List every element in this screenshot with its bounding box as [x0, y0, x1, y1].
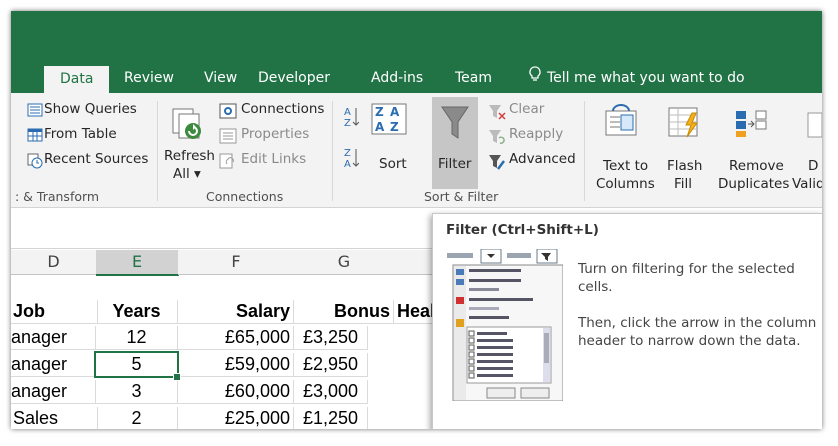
remove-duplicates-icon — [735, 107, 769, 144]
text-to-columns-label-1[interactable]: Text to — [603, 158, 648, 174]
sort-dialog-icon: ZAAZ — [371, 103, 407, 140]
ribbon-panel: Show Queries From Table Recent Sources :… — [11, 93, 822, 208]
svg-text:Z: Z — [375, 105, 384, 119]
table-cell-years[interactable]: 3 — [96, 380, 178, 404]
table-icon — [27, 128, 43, 147]
table-cell-years[interactable]: 2 — [96, 407, 178, 429]
header-cell-bonus[interactable]: Bonus — [294, 300, 394, 324]
svg-text:Z: Z — [390, 120, 399, 134]
refresh-all-label[interactable]: Refresh — [164, 148, 215, 164]
ribbon-tab-bar: Data Review View Developer Add-ins Team … — [11, 63, 822, 93]
table-cell-salary[interactable]: £59,000 — [178, 353, 294, 377]
tooltip-description-2: Then, click the arrow in the column head… — [578, 315, 817, 349]
tab-view[interactable]: View — [200, 63, 241, 93]
tab-developer[interactable]: Developer — [254, 63, 334, 93]
table-cell-job[interactable]: anager — [11, 353, 96, 377]
svg-text:A: A — [375, 120, 385, 134]
tooltip-description-1: Turn on filtering for the selected cells… — [578, 261, 795, 295]
flash-fill-label-2[interactable]: Fill — [674, 176, 692, 192]
refresh-all-dropdown[interactable]: All ▾ — [173, 166, 201, 182]
header-cell-years[interactable]: Years — [96, 300, 178, 324]
filter-button[interactable]: Filter — [432, 97, 478, 189]
lightbulb-icon — [529, 63, 541, 93]
excel-window: Data Review View Developer Add-ins Team … — [11, 11, 822, 429]
svg-text:Z: Z — [344, 148, 351, 159]
connections-group-label: Connections — [206, 189, 284, 204]
tab-data[interactable]: Data — [44, 66, 110, 93]
show-queries-icon — [27, 103, 43, 122]
text-to-columns-label-2[interactable]: Columns — [596, 176, 655, 192]
filter-tooltip: Filter (Ctrl+Shift+L) Turn on filtering … — [432, 213, 822, 429]
show-queries-button[interactable]: Show Queries — [44, 101, 137, 117]
data-validation-label-1[interactable]: D — [808, 158, 818, 174]
tell-me-search[interactable]: Tell me what you want to do — [525, 63, 749, 93]
svg-text:A: A — [390, 105, 400, 119]
get-transform-group-label: : & Transform — [15, 189, 100, 204]
remove-duplicates-label-1[interactable]: Remove — [729, 158, 784, 174]
tab-add-ins[interactable]: Add-ins — [367, 63, 427, 93]
table-cell-salary[interactable]: £60,000 — [178, 380, 294, 404]
table-cell-bonus[interactable]: £1,250 — [294, 407, 368, 429]
remove-duplicates-label-2[interactable]: Duplicates — [718, 176, 789, 192]
table-cell-bonus[interactable]: £2,950 — [294, 353, 368, 377]
table-cell-job[interactable]: Sales — [11, 407, 98, 429]
sort-z-to-a-icon[interactable]: ZA — [343, 146, 360, 175]
tab-review[interactable]: Review — [120, 63, 178, 93]
group-separator — [332, 101, 333, 201]
data-validation-icon — [806, 111, 822, 144]
reapply-icon — [488, 128, 506, 151]
sort-a-to-z-icon[interactable]: AZ — [343, 105, 360, 134]
svg-text:A: A — [344, 107, 351, 118]
recent-sources-button[interactable]: Recent Sources — [44, 151, 148, 167]
table-cell-bonus[interactable]: £3,250 — [294, 326, 368, 350]
clock-icon — [27, 153, 43, 174]
advanced-button[interactable]: Advanced — [509, 151, 576, 167]
refresh-all-icon — [171, 107, 205, 146]
table-cell-bonus[interactable]: £3,000 — [294, 380, 368, 404]
text-to-columns-icon — [605, 103, 637, 144]
header-cell-job[interactable]: Job — [11, 300, 98, 324]
from-table-button[interactable]: From Table — [44, 126, 117, 142]
column-header-f[interactable]: F — [178, 250, 295, 275]
reapply-button[interactable]: Reapply — [509, 126, 563, 142]
sort-filter-group-label: Sort & Filter — [424, 189, 499, 204]
clear-filter-icon — [488, 103, 506, 126]
filter-label: Filter — [438, 156, 472, 172]
title-bar — [11, 11, 822, 63]
funnel-icon — [440, 103, 470, 148]
properties-button[interactable]: Properties — [241, 126, 309, 142]
group-separator — [584, 101, 585, 201]
column-header-d[interactable]: D — [11, 250, 97, 275]
table-cell-years[interactable]: 12 — [96, 326, 178, 350]
table-cell-job[interactable]: anager — [11, 380, 96, 404]
flash-fill-icon — [668, 107, 702, 144]
svg-text:Z: Z — [344, 118, 351, 129]
data-validation-label-2[interactable]: Valid — [792, 176, 822, 192]
active-cell-outline — [94, 351, 179, 378]
table-cell-salary[interactable]: £25,000 — [178, 407, 294, 429]
group-separator — [157, 101, 158, 201]
properties-icon — [219, 128, 237, 149]
flash-fill-label-1[interactable]: Flash — [667, 158, 702, 174]
tell-me-text: Tell me what you want to do — [547, 70, 745, 86]
header-cell-salary[interactable]: Salary — [178, 300, 294, 324]
edit-links-icon — [219, 153, 237, 174]
tooltip-title: Filter (Ctrl+Shift+L) — [446, 222, 599, 238]
edit-links-button[interactable]: Edit Links — [241, 151, 306, 167]
column-header-e[interactable]: E — [96, 250, 179, 276]
advanced-filter-icon — [488, 153, 506, 176]
table-cell-job[interactable]: anager — [11, 326, 96, 350]
column-header-g[interactable]: G — [294, 250, 395, 275]
svg-text:A: A — [344, 159, 351, 170]
connections-button[interactable]: Connections — [241, 101, 324, 117]
table-cell-salary[interactable]: £65,000 — [178, 326, 294, 350]
sort-button[interactable]: Sort — [379, 156, 407, 172]
filter-preview-illustration — [447, 249, 563, 401]
tab-team[interactable]: Team — [451, 63, 496, 93]
fill-handle[interactable] — [173, 373, 181, 381]
connections-icon — [219, 103, 237, 124]
clear-button[interactable]: Clear — [509, 101, 544, 117]
